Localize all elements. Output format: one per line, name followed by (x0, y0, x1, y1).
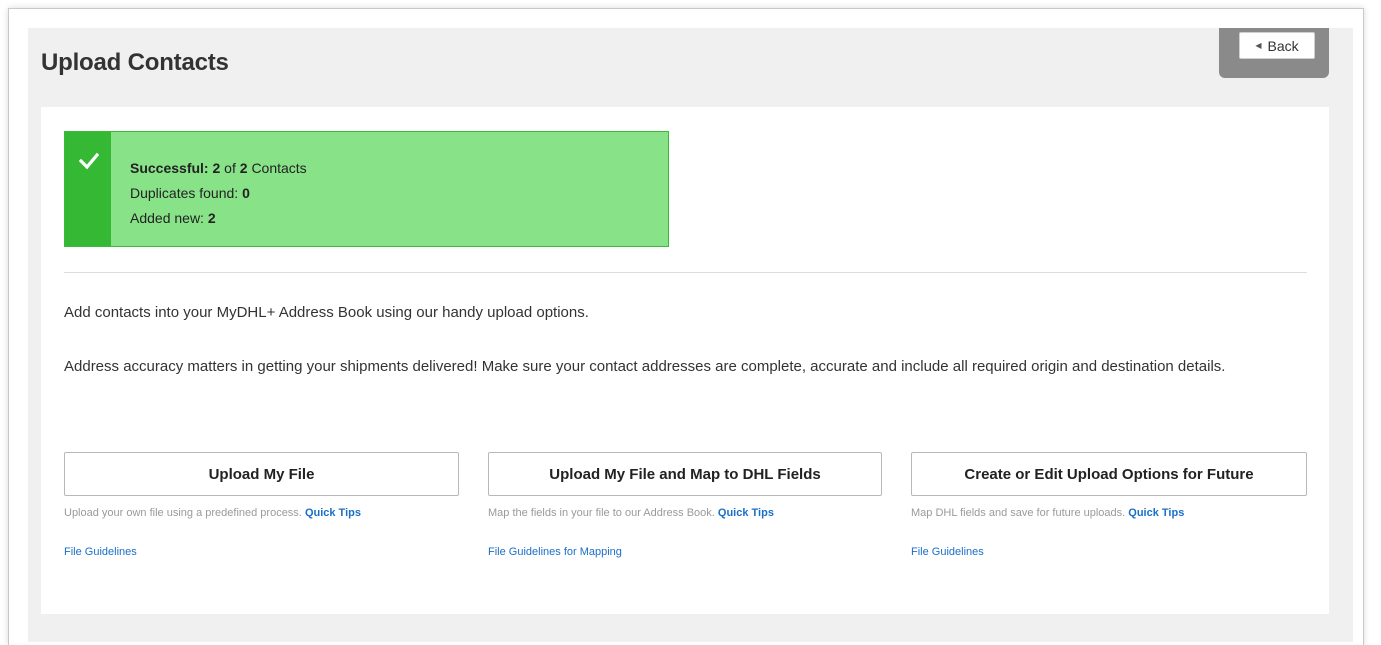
create-edit-guidelines-link[interactable]: File Guidelines (911, 546, 984, 558)
successful-suffix: Contacts (251, 160, 307, 176)
upload-and-map-quick-tips-link[interactable]: Quick Tips (718, 507, 774, 519)
upload-my-file-quick-tips-link[interactable]: Quick Tips (305, 507, 361, 519)
divider (64, 272, 1307, 273)
back-button[interactable]: ◀ Back (1239, 32, 1315, 59)
successful-total: 2 (239, 160, 248, 176)
upload-my-file-description: Upload your own file using a predefined … (64, 507, 361, 519)
added-label: Added new: (130, 210, 204, 226)
create-edit-quick-tips-link[interactable]: Quick Tips (1128, 507, 1184, 519)
upload-and-map-guidelines-link[interactable]: File Guidelines for Mapping (488, 546, 622, 558)
alert-duplicates-line: Duplicates found: 0 (130, 181, 307, 206)
duplicates-label: Duplicates found: (130, 185, 239, 201)
duplicates-value: 0 (242, 185, 250, 201)
page-title: Upload Contacts (41, 49, 229, 76)
added-value: 2 (207, 210, 216, 226)
create-edit-desc-text: Map DHL fields and save for future uploa… (911, 507, 1126, 519)
check-icon (79, 152, 99, 170)
alert-summary: Successful: 2 of 2 Contacts Duplicates f… (130, 156, 307, 231)
upload-and-map-description: Map the fields in your file to our Addre… (488, 507, 774, 519)
alert-successful-line: Successful: 2 of 2 Contacts (130, 156, 307, 181)
create-edit-upload-options-description: Map DHL fields and save for future uploa… (911, 507, 1184, 519)
alert-icon-bar (65, 132, 111, 246)
successful-of: of (224, 160, 236, 176)
upload-and-map-button[interactable]: Upload My File and Map to DHL Fields (488, 452, 882, 496)
upload-and-map-desc-text: Map the fields in your file to our Addre… (488, 507, 715, 519)
alert-added-line: Added new: 2 (130, 206, 307, 231)
success-alert: Successful: 2 of 2 Contacts Duplicates f… (64, 131, 669, 247)
back-label: Back (1267, 37, 1299, 54)
upload-my-file-button[interactable]: Upload My File (64, 452, 459, 496)
intro-text: Add contacts into your MyDHL+ Address Bo… (64, 304, 589, 321)
upload-my-file-guidelines-link[interactable]: File Guidelines (64, 546, 137, 558)
successful-count: 2 (212, 160, 221, 176)
caret-left-icon: ◀ (1255, 41, 1262, 50)
upload-my-file-desc-text: Upload your own file using a predefined … (64, 507, 302, 519)
accuracy-note: Address accuracy matters in getting your… (64, 358, 1226, 375)
create-edit-upload-options-button[interactable]: Create or Edit Upload Options for Future (911, 452, 1307, 496)
successful-label: Successful: (130, 160, 209, 176)
